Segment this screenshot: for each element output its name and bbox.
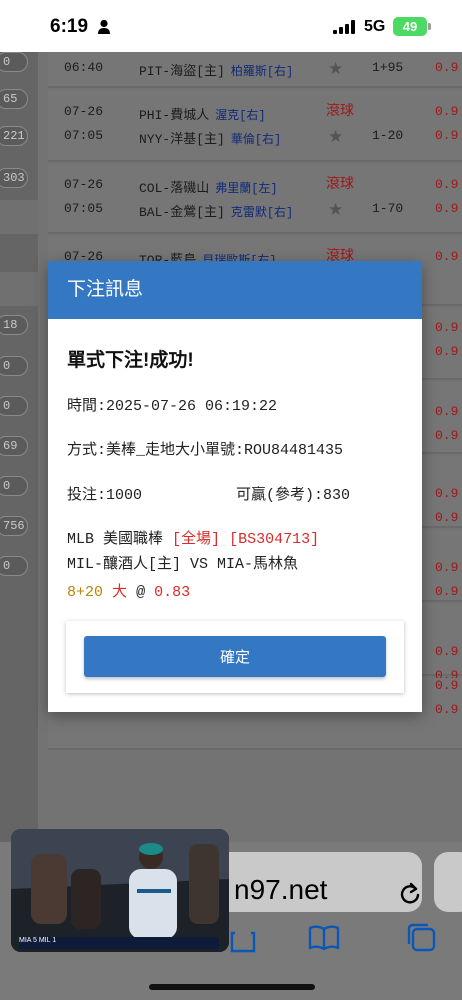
team-away: COL-落磯山 弗里蘭[左]	[139, 181, 278, 196]
side-pill[interactable]: 0	[0, 356, 28, 376]
side-pill[interactable]: 303	[0, 168, 28, 188]
person-icon	[98, 19, 110, 34]
tabs-icon[interactable]	[404, 920, 438, 954]
bet-time: 時間:2025-07-26 06:19:22	[67, 398, 278, 415]
bet-method: 方式:美棒_走地大小單號:ROU84481435	[67, 442, 344, 459]
side-pill[interactable]: 221	[0, 126, 28, 146]
live-badge: 滾球	[326, 102, 354, 118]
signal-icon	[333, 20, 355, 34]
odds-value[interactable]: 0.9	[435, 201, 458, 216]
bet-success-heading: 單式下注!成功!	[67, 350, 194, 371]
odds-value[interactable]: 0.9	[435, 428, 458, 443]
status-bar: 6:19 5G 49	[0, 0, 462, 52]
status-time: 6:19	[50, 16, 89, 37]
game-line: 1-70	[372, 201, 404, 216]
league-name: MLB 美國職棒	[67, 531, 164, 548]
score-bar: MIA 5 MIL 1	[19, 937, 219, 949]
dialog-title: 下注訊息	[48, 261, 422, 319]
next-tab-preview[interactable]	[434, 852, 462, 912]
share-icon[interactable]	[226, 920, 260, 954]
pitcher: 弗里蘭[左]	[215, 182, 278, 196]
bet-code: [BS304713]	[229, 531, 320, 548]
team-home: NYY-洋基[主] 華倫[右]	[139, 132, 282, 147]
bookmarks-icon[interactable]	[307, 920, 341, 954]
bet-confirmation-dialog: 下注訊息 單式下注!成功! 時間:2025-07-26 06:19:22 方式:…	[48, 261, 422, 712]
pitcher: 渥克[右]	[215, 109, 266, 123]
video-frame	[11, 829, 229, 952]
side-pill[interactable]: 69	[0, 436, 28, 456]
picture-in-picture-video[interactable]: MIA 5 MIL 1	[11, 829, 229, 952]
confirm-card: 確定	[66, 621, 404, 693]
odds-value[interactable]: 0.9	[435, 404, 458, 419]
bet-stake: 投注:1000	[67, 487, 143, 504]
odds-value[interactable]: 0.9	[435, 128, 458, 143]
side-pill[interactable]: 0	[0, 52, 28, 72]
bet-scope: [全場]	[172, 531, 221, 548]
team-home: PIT-海盜[主] 柏羅斯[右]	[139, 64, 294, 79]
odds-value[interactable]: 0.9	[435, 678, 458, 693]
game-row[interactable]: 07-26 07:05 COL-落磯山 弗里蘭[左] BAL-金鶯[主] 克雷默[右…	[48, 164, 462, 234]
game-line: 1+95	[372, 60, 404, 75]
bet-matchup: MIL-釀酒人[主] VS MIA-馬林魚	[67, 556, 299, 573]
game-time: 07:05	[64, 201, 104, 216]
game-date: 07-26	[64, 177, 104, 192]
odds-value[interactable]: 0.9	[435, 320, 458, 335]
side-pill[interactable]: 18	[0, 315, 28, 335]
odds-value[interactable]: 0.9	[435, 249, 458, 264]
network-type: 5G	[364, 18, 386, 35]
game-row[interactable]: 07-26 07:05 PHI-費城人 渥克[右] NYY-洋基[主] 華倫[右] …	[48, 90, 462, 162]
pitcher: 克雷默[右]	[230, 206, 294, 220]
odds-value[interactable]: 0.9	[435, 344, 458, 359]
side-pill[interactable]: 0	[0, 396, 28, 416]
url-text: n97.net	[234, 874, 328, 905]
confirm-button[interactable]: 確定	[84, 636, 386, 677]
side-blank	[0, 200, 38, 234]
star-icon[interactable]: ★	[328, 127, 343, 148]
odds-value[interactable]: 0.9	[435, 584, 458, 599]
bet-side: 大	[112, 584, 128, 601]
team-away: PHI-費城人 渥克[右]	[139, 108, 266, 123]
odds-value[interactable]: 0.9	[435, 486, 458, 501]
game-time: 07:05	[64, 128, 104, 143]
game-row[interactable]: 06:40 PIT-海盜[主] 柏羅斯[右] ★ 1+95 0.9	[48, 52, 462, 88]
star-icon[interactable]: ★	[328, 59, 343, 80]
battery-icon: 49	[393, 17, 427, 36]
odds-value[interactable]: 0.9	[435, 702, 458, 717]
odds-value[interactable]: 0.9	[435, 104, 458, 119]
home-indicator[interactable]	[149, 984, 315, 990]
team-home: BAL-金鶯[主] 克雷默[右]	[139, 205, 294, 220]
side-pill[interactable]: 0	[0, 556, 28, 576]
side-pill[interactable]: 756	[0, 516, 28, 536]
pitcher: 柏羅斯[右]	[230, 65, 294, 79]
odds-value[interactable]: 0.9	[435, 510, 458, 525]
game-date: 07-26	[64, 104, 104, 119]
pitcher: 華倫[右]	[230, 133, 282, 147]
bet-selection-line: 8+20 大 @ 0.83	[67, 580, 190, 601]
game-line: 1-20	[372, 128, 404, 143]
side-pill[interactable]: 65	[0, 89, 28, 109]
odds-value[interactable]: 0.9	[435, 560, 458, 575]
battery-tip	[428, 23, 431, 30]
odds-value[interactable]: 0.9	[435, 177, 458, 192]
live-badge: 滾球	[326, 175, 354, 191]
side-column: 0 65 221 303 18 0 0 69 0 756 0	[0, 52, 38, 842]
bet-price: 0.83	[154, 584, 191, 601]
odds-value[interactable]: 0.9	[435, 60, 458, 75]
side-blank	[0, 272, 38, 306]
reload-icon[interactable]	[396, 880, 424, 908]
game-time: 06:40	[64, 60, 104, 75]
at-sign: @	[136, 584, 146, 601]
bet-handicap: 8+20	[67, 584, 104, 601]
battery-level: 49	[402, 19, 418, 34]
bet-payout: 可贏(參考):830	[236, 487, 351, 504]
odds-value[interactable]: 0.9	[435, 644, 458, 659]
star-icon[interactable]: ★	[328, 200, 343, 221]
bet-league-line: MLB 美國職棒 [全場] [BS304713]	[67, 527, 319, 548]
side-pill[interactable]: 0	[0, 476, 28, 496]
